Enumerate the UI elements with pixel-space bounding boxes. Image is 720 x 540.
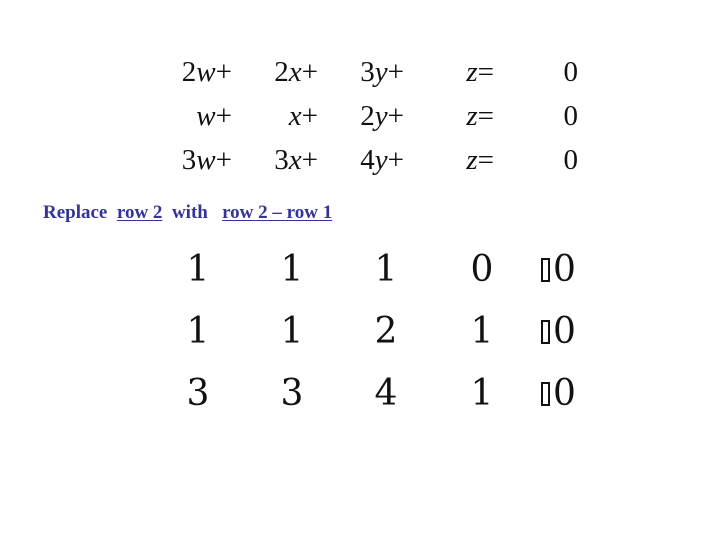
matrix-rhs: 0 <box>541 314 576 350</box>
operator: = <box>477 144 494 176</box>
operator: + <box>387 144 404 176</box>
operator: = <box>477 100 494 132</box>
matrix-cell: 1 <box>186 311 210 352</box>
operator: + <box>387 100 404 132</box>
matrix-cell: 1 <box>374 249 398 290</box>
variable: x <box>288 100 302 132</box>
matrix-cell: 0 <box>470 249 494 290</box>
matrix-cell: 1 <box>280 311 304 352</box>
variable: z <box>466 100 478 132</box>
term-w: w+ <box>170 102 232 131</box>
matrix-cell: 1 <box>280 249 304 290</box>
variable: x <box>288 144 302 176</box>
variable: w <box>196 100 216 132</box>
operator: + <box>301 100 318 132</box>
variable: w <box>196 56 216 88</box>
missing-glyph-icon <box>541 258 550 282</box>
coefficient: 4 <box>360 144 375 176</box>
instruction-prefix: Replace <box>43 202 117 223</box>
instruction-text: Replace row 2 with row 2 – row 1 <box>43 203 332 222</box>
instruction-middle: with <box>162 202 223 223</box>
term-x: 2x+ <box>258 58 318 87</box>
operator: = <box>477 56 494 88</box>
matrix-cell: 1 <box>470 373 494 414</box>
missing-glyph-icon <box>541 320 550 344</box>
variable: z <box>466 56 478 88</box>
term-w: 2w+ <box>170 58 232 87</box>
matrix-rhs: 0 <box>541 376 576 412</box>
term-z: z= <box>440 146 494 175</box>
variable: y <box>374 56 388 88</box>
term-y: 3y+ <box>340 58 404 87</box>
operator: + <box>215 144 232 176</box>
term-y: 4y+ <box>340 146 404 175</box>
slide: 2w+ 2x+ 3y+ z= 0 w+ x+ 2y+ z= 0 3w+ 3x+ … <box>0 0 720 540</box>
matrix-rhs: 0 <box>541 252 576 288</box>
operator: + <box>301 56 318 88</box>
rhs-value: 0 <box>553 249 576 290</box>
matrix-cell: 3 <box>280 373 304 414</box>
term-z: z= <box>440 58 494 87</box>
rhs: 0 <box>563 56 579 88</box>
coefficient: 2 <box>274 56 289 88</box>
missing-glyph-icon <box>541 382 550 406</box>
term-x: x+ <box>258 102 318 131</box>
coefficient: 3 <box>360 56 375 88</box>
term-z: z= <box>440 102 494 131</box>
rhs-value: 0 <box>553 373 576 414</box>
variable: y <box>374 100 388 132</box>
matrix-cell: 4 <box>374 373 398 414</box>
operator: + <box>387 56 404 88</box>
term-x: 3x+ <box>258 146 318 175</box>
variable: w <box>196 144 216 176</box>
matrix-cell: 1 <box>470 311 494 352</box>
target-row-label: row 2 <box>116 202 163 223</box>
term-w: 3w+ <box>170 146 232 175</box>
variable: z <box>466 144 478 176</box>
coefficient: 3 <box>274 144 289 176</box>
variable: x <box>288 56 302 88</box>
matrix-cell: 2 <box>374 311 398 352</box>
matrix-cell: 3 <box>186 373 210 414</box>
rhs: 0 <box>563 144 579 176</box>
operator: + <box>215 56 232 88</box>
term-y: 2y+ <box>340 102 404 131</box>
rhs: 0 <box>563 100 579 132</box>
coefficient: 2 <box>360 100 375 132</box>
rhs-value: 0 <box>553 311 576 352</box>
matrix-cell: 1 <box>186 249 210 290</box>
variable: y <box>374 144 388 176</box>
row-operation-label: row 2 – row 1 <box>222 202 333 223</box>
coefficient: 3 <box>181 144 197 176</box>
operator: + <box>215 100 232 132</box>
operator: + <box>301 144 318 176</box>
coefficient: 2 <box>181 56 197 88</box>
